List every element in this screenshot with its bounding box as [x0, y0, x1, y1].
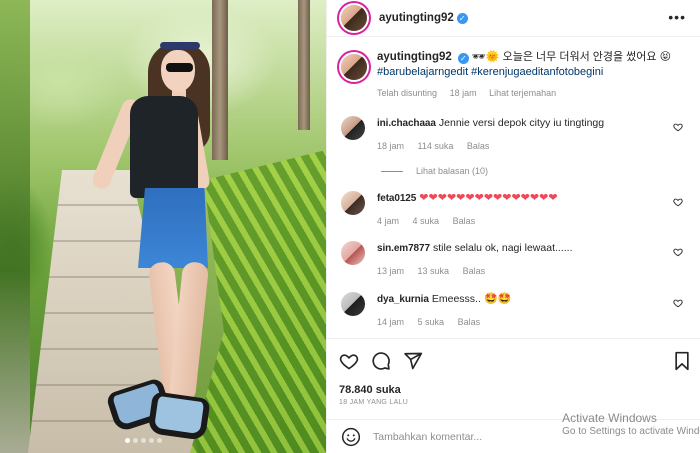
- reply-link[interactable]: Balas: [467, 141, 490, 151]
- replies-divider: [381, 170, 403, 172]
- comment-time: 14 jam: [377, 317, 405, 327]
- comment-item: feta0125 ❤❤❤❤❤❤❤❤❤❤❤❤❤❤❤ 4 jam 4 suka Ba…: [339, 191, 689, 226]
- avatar[interactable]: [341, 292, 365, 316]
- comment-username[interactable]: dya_kurnia: [377, 294, 429, 305]
- comment-meta: 4 jam 4 suka Balas: [377, 216, 689, 226]
- share-icon[interactable]: [403, 351, 423, 371]
- comment-icon[interactable]: [371, 351, 391, 371]
- activate-title: Activate Windows: [562, 411, 657, 425]
- carousel-dot[interactable]: [133, 438, 138, 443]
- comment-time: 13 jam: [377, 266, 405, 276]
- verified-badge-icon: ✓: [457, 53, 469, 64]
- carousel-dot[interactable]: [141, 438, 146, 443]
- comment-meta: 13 jam 13 suka Balas: [377, 266, 689, 276]
- comment-like-heart-icon[interactable]: [673, 197, 683, 207]
- comment-emoji: 🤩🤩: [483, 293, 512, 305]
- headband: [160, 42, 200, 49]
- caption-emojis: 🕶🌞: [471, 51, 500, 63]
- comment-text: stile selalu ok, nagi lewaat......: [433, 242, 573, 254]
- black-top: [130, 96, 198, 198]
- comment-meta: 18 jam 114 suka Balas: [377, 141, 689, 151]
- activate-subtitle: Go to Settings to activate Windows.: [562, 426, 700, 437]
- post-header: ayutingting92 ✓ •••: [327, 0, 700, 37]
- comment-text: Jennie versi depok cityy iu tingtingg: [438, 117, 605, 129]
- verified-badge-icon: ✓: [456, 12, 468, 24]
- sunglasses: [166, 63, 193, 72]
- view-replies-label[interactable]: Lihat balasan (10): [416, 166, 488, 176]
- header-username[interactable]: ayutingting92: [379, 12, 454, 24]
- comment-username[interactable]: ini.chachaaa: [377, 118, 436, 129]
- hashtag-links[interactable]: #barubelajarngedit #kerenjugaeditanfotob…: [377, 66, 603, 78]
- comment-likes[interactable]: 5 suka: [418, 317, 445, 327]
- activate-windows-watermark: Activate Windows Go to Settings to activ…: [562, 411, 700, 439]
- bookmark-icon[interactable]: [673, 351, 691, 371]
- comment-meta: 14 jam 5 suka Balas: [377, 317, 689, 327]
- post-caption: ayutingting92 ✓ 🕶🌞 오늘은 너무 더워서 안경을 썼어요 😝 …: [339, 50, 689, 101]
- comment-like-heart-icon[interactable]: [673, 122, 683, 132]
- carousel-dots: [125, 438, 162, 443]
- post-panel: ayutingting92 ✓ ••• ayutingting92 ✓ 🕶🌞 오…: [326, 0, 700, 453]
- comment-item: sin.em7877 stile selalu ok, nagi lewaat.…: [339, 241, 689, 276]
- likes-count[interactable]: 78.840 suka: [339, 384, 401, 396]
- comment-input[interactable]: Tambahkan komentar...: [373, 431, 482, 443]
- avatar[interactable]: [341, 116, 365, 140]
- comment-like-heart-icon[interactable]: [673, 298, 683, 308]
- see-translation-link[interactable]: Lihat terjemahan: [489, 88, 556, 98]
- heart-icon[interactable]: [339, 351, 359, 371]
- avatar[interactable]: [341, 5, 367, 31]
- comment-time: 4 jam: [377, 216, 400, 226]
- comment-username[interactable]: sin.em7877: [377, 243, 430, 254]
- comment-username[interactable]: feta0125: [377, 193, 416, 204]
- person-figure: [0, 0, 326, 453]
- caption-username[interactable]: ayutingting92: [377, 51, 452, 63]
- comment-likes[interactable]: 4 suka: [413, 216, 440, 226]
- edited-label: Telah disunting: [377, 88, 438, 98]
- sandal: [147, 391, 211, 441]
- comment-time: 18 jam: [377, 141, 405, 151]
- comment-item: ini.chachaaa Jennie versi depok cityy iu…: [339, 116, 689, 151]
- caption-text: 오늘은 너무 더워서 안경을 썼어요: [502, 51, 657, 63]
- post-age: 18 jam: [449, 88, 477, 98]
- comment-text: Emeesss..: [431, 293, 481, 305]
- reply-link[interactable]: Balas: [453, 216, 476, 226]
- caption-meta: Telah disunting 18 jam Lihat terjemahan: [377, 86, 689, 101]
- comment-likes[interactable]: 13 suka: [418, 266, 450, 276]
- comments-section[interactable]: ayutingting92 ✓ 🕶🌞 오늘은 너무 더워서 안경을 썼어요 😝 …: [327, 38, 700, 338]
- comment-like-heart-icon[interactable]: [673, 247, 683, 257]
- post-date: 18 JAM YANG LALU: [339, 399, 409, 406]
- reply-link[interactable]: Balas: [458, 317, 481, 327]
- more-options-icon[interactable]: •••: [668, 10, 686, 24]
- comment-likes[interactable]: 114 suka: [418, 141, 454, 151]
- comment-text: ❤❤❤❤❤❤❤❤❤❤❤❤❤❤❤: [419, 192, 558, 204]
- carousel-dot[interactable]: [125, 438, 130, 443]
- caption-end-emoji: 😝: [659, 51, 672, 63]
- denim-skirt: [138, 188, 208, 268]
- view-replies[interactable]: Lihat balasan (10): [381, 166, 488, 176]
- post-photo[interactable]: [0, 0, 326, 453]
- comment-item: dya_kurnia Emeesss.. 🤩🤩 14 jam 5 suka Ba…: [339, 292, 689, 327]
- carousel-dot[interactable]: [157, 438, 162, 443]
- avatar[interactable]: [341, 241, 365, 265]
- avatar[interactable]: [341, 54, 367, 80]
- emoji-icon[interactable]: [341, 427, 361, 447]
- reply-link[interactable]: Balas: [463, 266, 486, 276]
- avatar[interactable]: [341, 191, 365, 215]
- carousel-dot[interactable]: [149, 438, 154, 443]
